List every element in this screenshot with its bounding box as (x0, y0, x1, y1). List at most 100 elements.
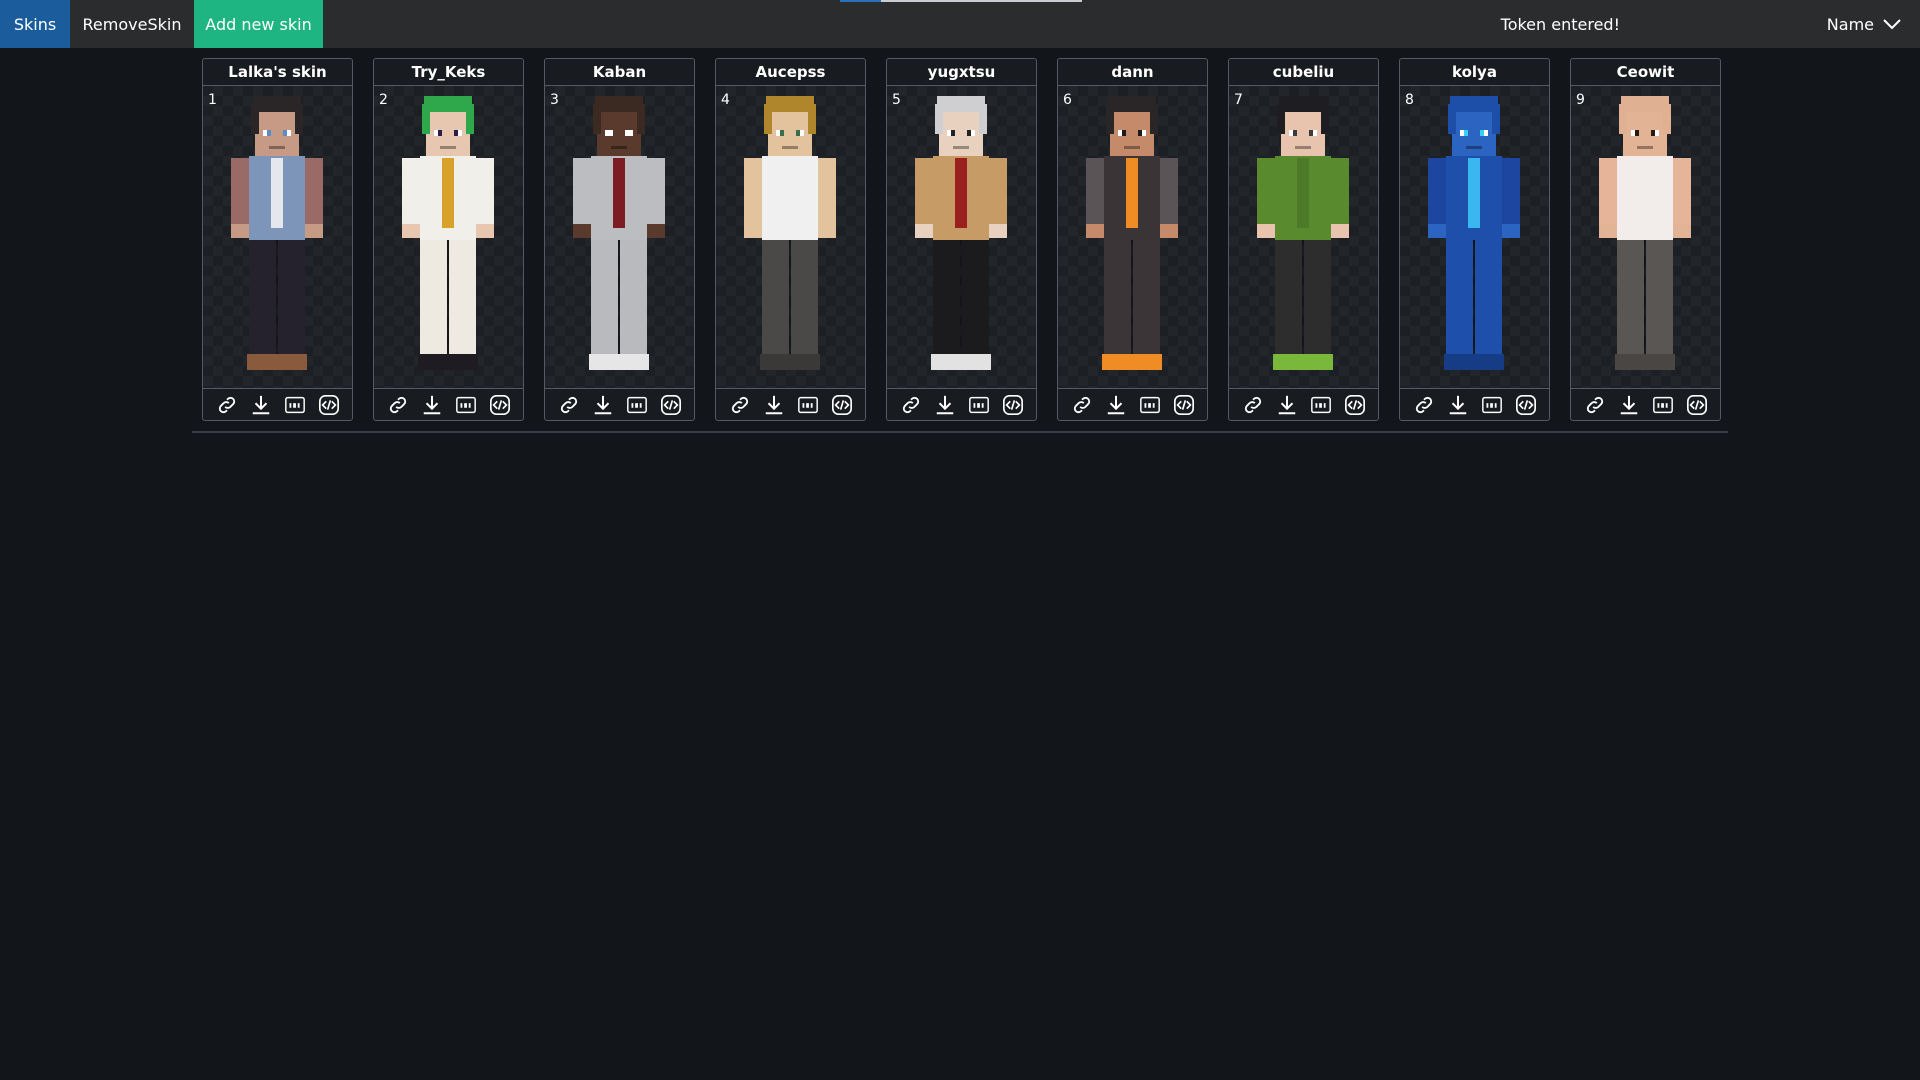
skin-figure (1257, 96, 1349, 370)
skin-name: Ceowit (1571, 59, 1720, 86)
download-icon (765, 395, 782, 414)
skin-preview: 1 (203, 86, 352, 389)
skin-index: 9 (1576, 92, 1585, 108)
skin-actions (1058, 389, 1207, 420)
download-icon (423, 395, 440, 414)
embed-code-button[interactable] (1343, 393, 1367, 417)
link-icon (1244, 396, 1261, 413)
embed-code-button[interactable] (317, 393, 341, 417)
link-icon (902, 396, 919, 413)
copy-link-button[interactable] (899, 393, 923, 417)
skin-index: 5 (892, 92, 901, 108)
download-button[interactable] (1617, 393, 1641, 417)
skin-preview: 9 (1571, 86, 1720, 389)
top-navbar: Skins RemoveSkin Add new skin Token ente… (0, 0, 1920, 48)
download-icon (1449, 395, 1466, 414)
skin-name: yugxtsu (887, 59, 1036, 86)
skin-preview: 5 (887, 86, 1036, 389)
api-button[interactable] (796, 393, 820, 417)
download-button[interactable] (591, 393, 615, 417)
code-icon (831, 394, 852, 415)
skin-figure (402, 96, 494, 370)
skin-actions (887, 389, 1036, 420)
link-icon (731, 396, 748, 413)
copy-link-button[interactable] (1412, 393, 1436, 417)
skin-grid: Lalka's skin 1 Try_Keks 2 Kaban 3 Auceps… (202, 58, 1721, 421)
download-button[interactable] (1104, 393, 1128, 417)
download-button[interactable] (1446, 393, 1470, 417)
download-button[interactable] (933, 393, 957, 417)
download-icon (1620, 395, 1637, 414)
api-button[interactable] (1309, 393, 1333, 417)
download-icon (1107, 395, 1124, 414)
api-button[interactable] (283, 393, 307, 417)
skin-name: dann (1058, 59, 1207, 86)
embed-code-button[interactable] (1514, 393, 1538, 417)
tab-skins[interactable]: Skins (0, 0, 70, 48)
api-icon (455, 396, 476, 413)
skin-figure (915, 96, 1007, 370)
copy-link-button[interactable] (728, 393, 752, 417)
download-button[interactable] (1275, 393, 1299, 417)
skin-actions (1400, 389, 1549, 420)
skin-name: Try_Keks (374, 59, 523, 86)
code-icon (1686, 394, 1707, 415)
skin-figure (744, 96, 836, 370)
download-icon (936, 395, 953, 414)
code-icon (660, 394, 681, 415)
copy-link-button[interactable] (1070, 393, 1094, 417)
link-icon (389, 396, 406, 413)
download-button[interactable] (762, 393, 786, 417)
skin-actions (1571, 389, 1720, 420)
skin-name: cubeliu (1229, 59, 1378, 86)
skin-index: 2 (379, 92, 388, 108)
skin-card: kolya 8 (1399, 58, 1550, 421)
api-icon (797, 396, 818, 413)
skin-actions (1229, 389, 1378, 420)
api-button[interactable] (625, 393, 649, 417)
download-icon (252, 395, 269, 414)
skin-preview: 2 (374, 86, 523, 389)
skin-name: Aucepss (716, 59, 865, 86)
copy-link-button[interactable] (215, 393, 239, 417)
sort-select[interactable]: Name (1827, 0, 1902, 48)
embed-code-button[interactable] (488, 393, 512, 417)
skin-card: Lalka's skin 1 (202, 58, 353, 421)
api-icon (968, 396, 989, 413)
link-icon (560, 396, 577, 413)
tab-remove-skin[interactable]: RemoveSkin (70, 0, 194, 48)
api-button[interactable] (1480, 393, 1504, 417)
skin-card: Aucepss 4 (715, 58, 866, 421)
skin-name: Kaban (545, 59, 694, 86)
loading-progress-fill (840, 0, 882, 2)
skin-figure (1086, 96, 1178, 370)
download-button[interactable] (420, 393, 444, 417)
link-icon (218, 396, 235, 413)
copy-link-button[interactable] (386, 393, 410, 417)
skin-index: 8 (1405, 92, 1414, 108)
add-new-skin-button[interactable]: Add new skin (194, 0, 323, 48)
code-icon (1173, 394, 1194, 415)
code-icon (318, 394, 339, 415)
api-button[interactable] (454, 393, 478, 417)
code-icon (1515, 394, 1536, 415)
skin-figure (1428, 96, 1520, 370)
embed-code-button[interactable] (1172, 393, 1196, 417)
embed-code-button[interactable] (1685, 393, 1709, 417)
download-button[interactable] (249, 393, 273, 417)
skin-figure (573, 96, 665, 370)
api-button[interactable] (1138, 393, 1162, 417)
api-icon (626, 396, 647, 413)
api-button[interactable] (967, 393, 991, 417)
copy-link-button[interactable] (1241, 393, 1265, 417)
skin-card: Try_Keks 2 (373, 58, 524, 421)
skin-index: 4 (721, 92, 730, 108)
embed-code-button[interactable] (1001, 393, 1025, 417)
api-icon (1652, 396, 1673, 413)
embed-code-button[interactable] (659, 393, 683, 417)
embed-code-button[interactable] (830, 393, 854, 417)
api-button[interactable] (1651, 393, 1675, 417)
copy-link-button[interactable] (557, 393, 581, 417)
skin-card: Ceowit 9 (1570, 58, 1721, 421)
copy-link-button[interactable] (1583, 393, 1607, 417)
